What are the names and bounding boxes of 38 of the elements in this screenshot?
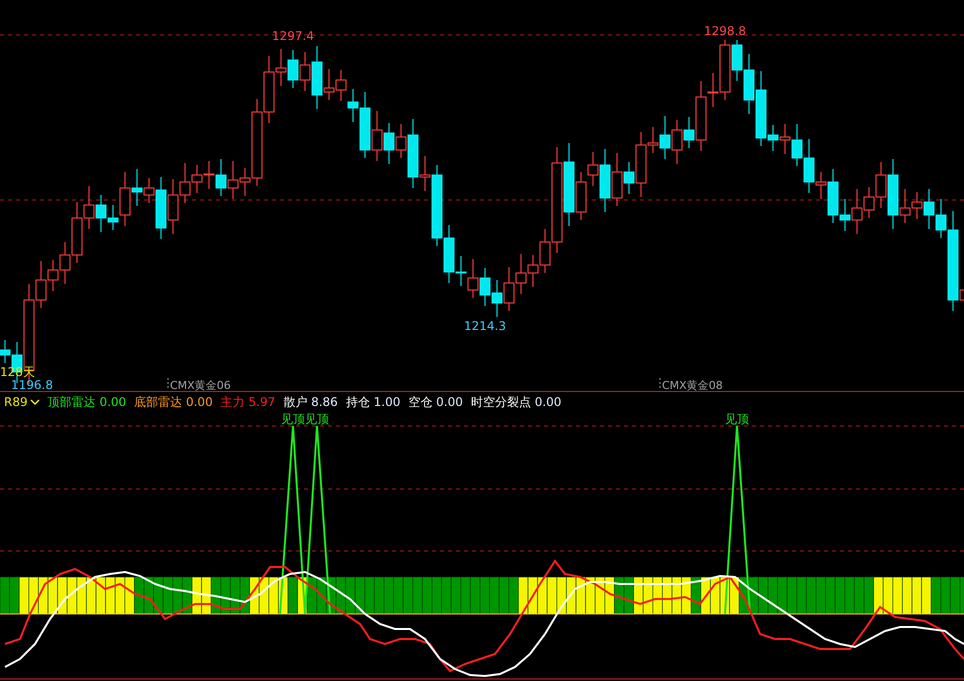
indicator-value: 主力 5.97 [220,394,276,410]
candlestick [528,254,538,288]
candlestick [504,266,514,312]
indicator-value: 顶部雷达 0.00 [48,394,126,410]
signal-label: 见顶 [305,412,329,426]
candlestick [384,122,394,164]
indicator-value: 散户 8.86 [283,394,338,410]
candlestick [288,50,298,88]
contract-label: CMX黄金06 [170,379,231,392]
price-label: 1214.3 [464,319,506,333]
candlestick [516,254,526,294]
signal-label: 见顶 [725,412,749,426]
price-label: 1298.8 [704,24,746,38]
price-label: 1196.8 [11,378,53,392]
candlestick [372,110,382,162]
indicator-selector[interactable]: R89 [4,394,40,410]
candlestick [192,164,202,194]
candlestick [216,158,226,196]
price-label: 1297.4 [272,29,314,43]
indicator-value: 底部雷达 0.00 [134,394,213,410]
candlestick [180,162,190,204]
indicator-value: 时空分裂点 0.00 [470,394,562,410]
candlestick [168,178,178,234]
candlestick [672,120,682,164]
caret-icon [30,398,40,406]
candlestick [336,70,346,102]
indicator-value: 持仓 1.00 [346,394,400,410]
candlestick [468,258,478,298]
candlestick [492,280,502,318]
candlestick [204,160,214,190]
candlestick [792,124,802,166]
candlestick [228,160,238,200]
contract-label: CMX黄金08 [662,379,723,392]
candlestick [84,186,94,230]
candlestick [480,268,490,306]
indicator-value: 空仓 0.00 [408,394,463,410]
candlestick [780,124,790,154]
signal-label: 见顶 [281,412,305,426]
